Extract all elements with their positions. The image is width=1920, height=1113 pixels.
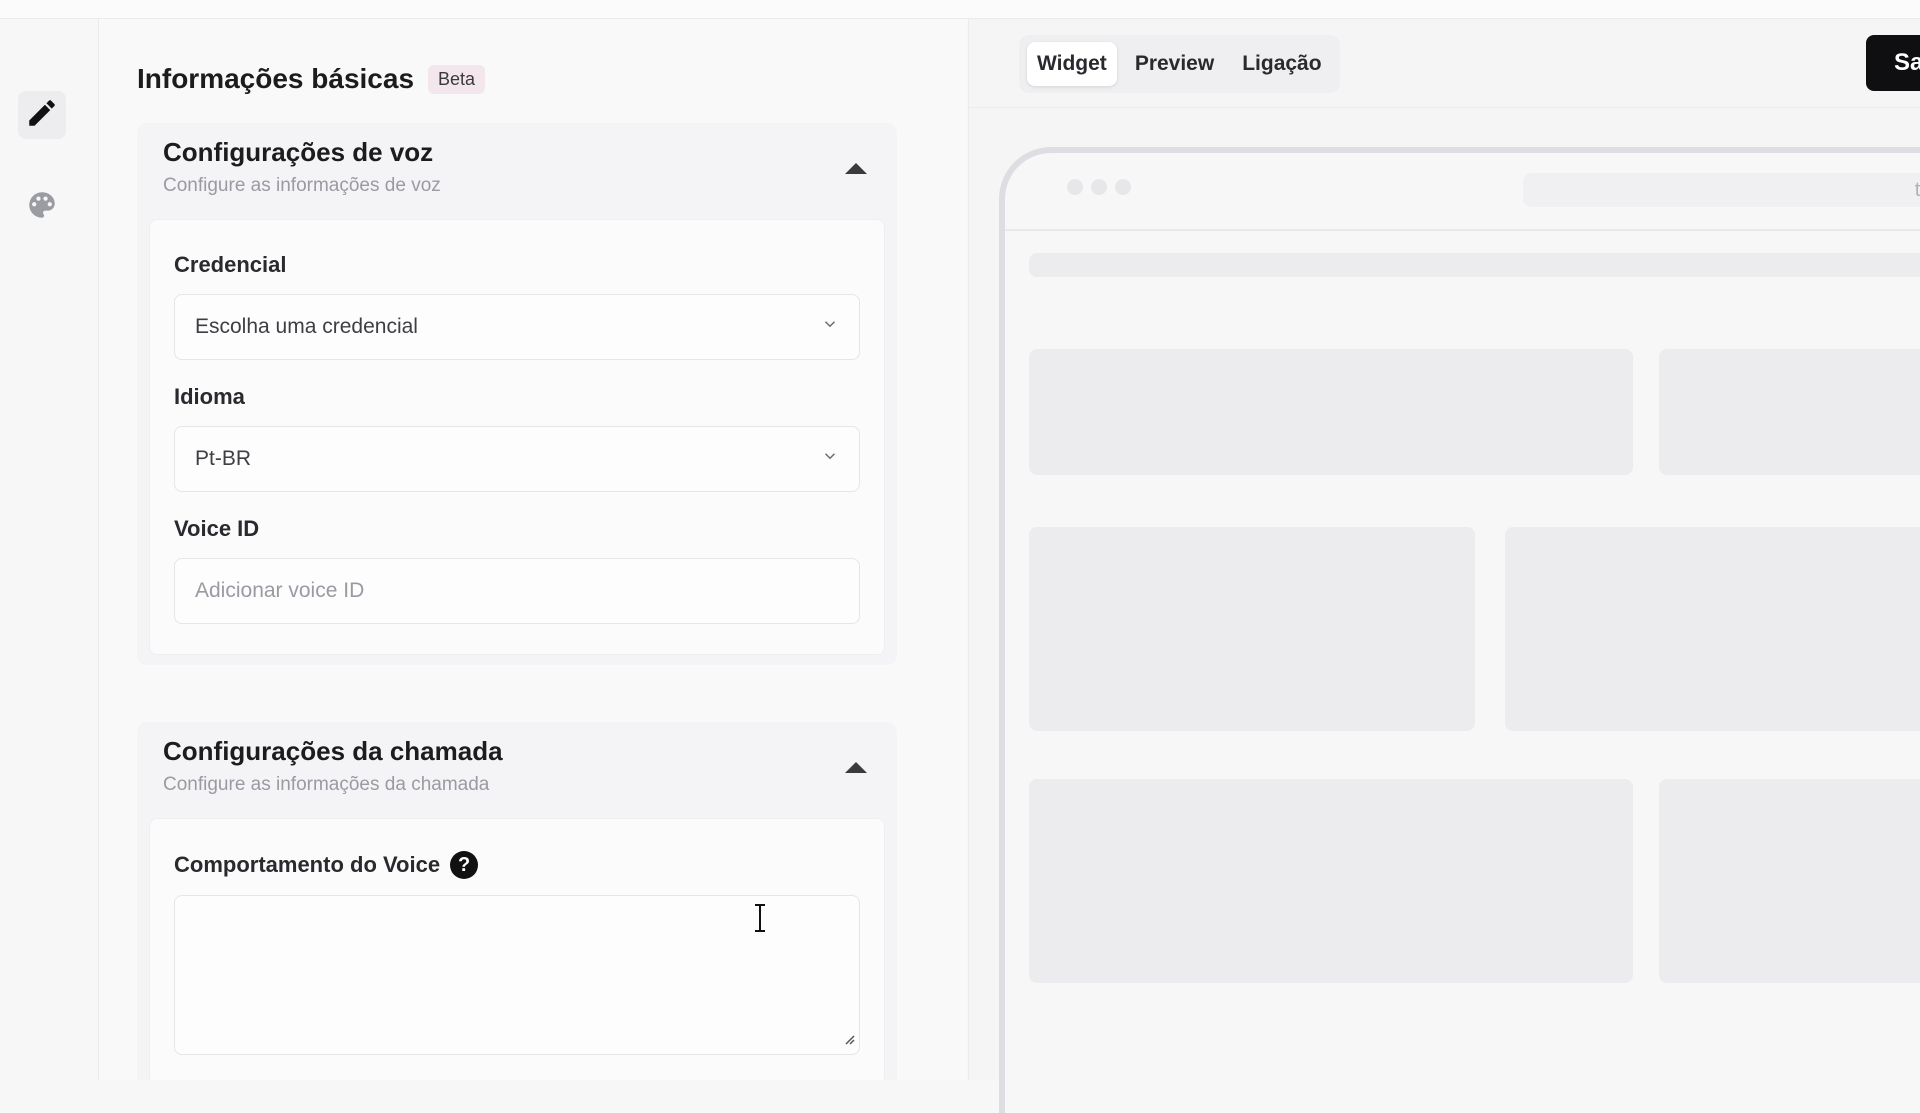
tab-ligacao[interactable]: Ligação (1232, 42, 1331, 86)
icon-rail (0, 19, 99, 1080)
window-dot-icon (1091, 179, 1107, 195)
pencil-icon (25, 96, 59, 135)
panel-header: Informações básicas Beta (137, 63, 486, 95)
voice-settings-body: Credencial Escolha uma credencial Idioma… (149, 219, 885, 655)
rail-appearance-button[interactable] (18, 183, 66, 231)
help-icon[interactable]: ? (450, 851, 479, 879)
resize-handle-icon[interactable] (841, 1031, 855, 1050)
skeleton-block (1029, 779, 1633, 983)
url-bar: toolz (1523, 173, 1920, 207)
call-settings-body: Comportamento do Voice ? (149, 818, 885, 1080)
behavior-label: Comportamento do Voice (174, 852, 441, 877)
behavior-label-row: Comportamento do Voice ? (174, 851, 860, 879)
language-label: Idioma (174, 384, 245, 409)
save-button[interactable]: Sa (1866, 35, 1920, 91)
window-dot-icon (1115, 179, 1131, 195)
voice-id-label: Voice ID (174, 516, 260, 541)
rail-edit-button[interactable] (18, 91, 66, 139)
beta-badge: Beta (428, 64, 486, 94)
tab-widget[interactable]: Widget (1027, 42, 1117, 86)
call-settings-title: Configurações da chamada (163, 736, 503, 766)
text-cursor-icon (755, 904, 765, 932)
skeleton-block (1659, 779, 1920, 983)
voice-settings-card: Configurações de voz Configure as inform… (137, 123, 897, 665)
language-select[interactable]: Pt-BR (174, 426, 860, 492)
skeleton-header (1029, 253, 1920, 277)
preview-divider (969, 107, 1920, 108)
skeleton-block (1029, 349, 1633, 475)
tab-preview[interactable]: Preview (1125, 42, 1224, 86)
skeleton-block (1659, 349, 1920, 475)
skeleton-block (1505, 527, 1920, 731)
collapse-chevron-icon[interactable] (845, 762, 867, 773)
palette-icon (25, 188, 59, 227)
page-title: Informações básicas (137, 63, 415, 94)
voice-settings-title: Configurações de voz (163, 137, 434, 167)
voice-settings-header[interactable]: Configurações de voz Configure as inform… (137, 123, 897, 219)
browser-bar: toolz (1005, 153, 1920, 231)
voice-settings-subtitle: Configure as informações de voz (163, 175, 441, 196)
chevron-down-icon (821, 447, 839, 471)
credential-label: Credencial (174, 252, 287, 277)
credential-select[interactable]: Escolha uma credencial (174, 294, 860, 360)
chevron-down-icon (821, 315, 839, 339)
skeleton-block (1029, 527, 1475, 731)
call-settings-subtitle: Configure as informações da chamada (163, 774, 490, 795)
voice-id-placeholder: Adicionar voice ID (195, 579, 365, 602)
browser-mockup: toolz (999, 147, 1920, 1113)
preview-pane: Widget Preview Ligação Sa toolz (968, 19, 1920, 1113)
language-select-value: Pt-BR (195, 447, 252, 470)
call-settings-header[interactable]: Configurações da chamada Configure as in… (137, 722, 897, 818)
credential-select-value: Escolha uma credencial (195, 315, 418, 338)
call-settings-card: Configurações da chamada Configure as in… (137, 722, 897, 1080)
settings-panel: Informações básicas Beta Configurações d… (99, 19, 967, 1080)
top-border (0, 0, 1920, 19)
voice-id-input[interactable]: Adicionar voice ID (174, 558, 860, 624)
preview-tabs: Widget Preview Ligação (1019, 35, 1340, 93)
window-dot-icon (1067, 179, 1083, 195)
collapse-chevron-icon[interactable] (845, 163, 867, 174)
